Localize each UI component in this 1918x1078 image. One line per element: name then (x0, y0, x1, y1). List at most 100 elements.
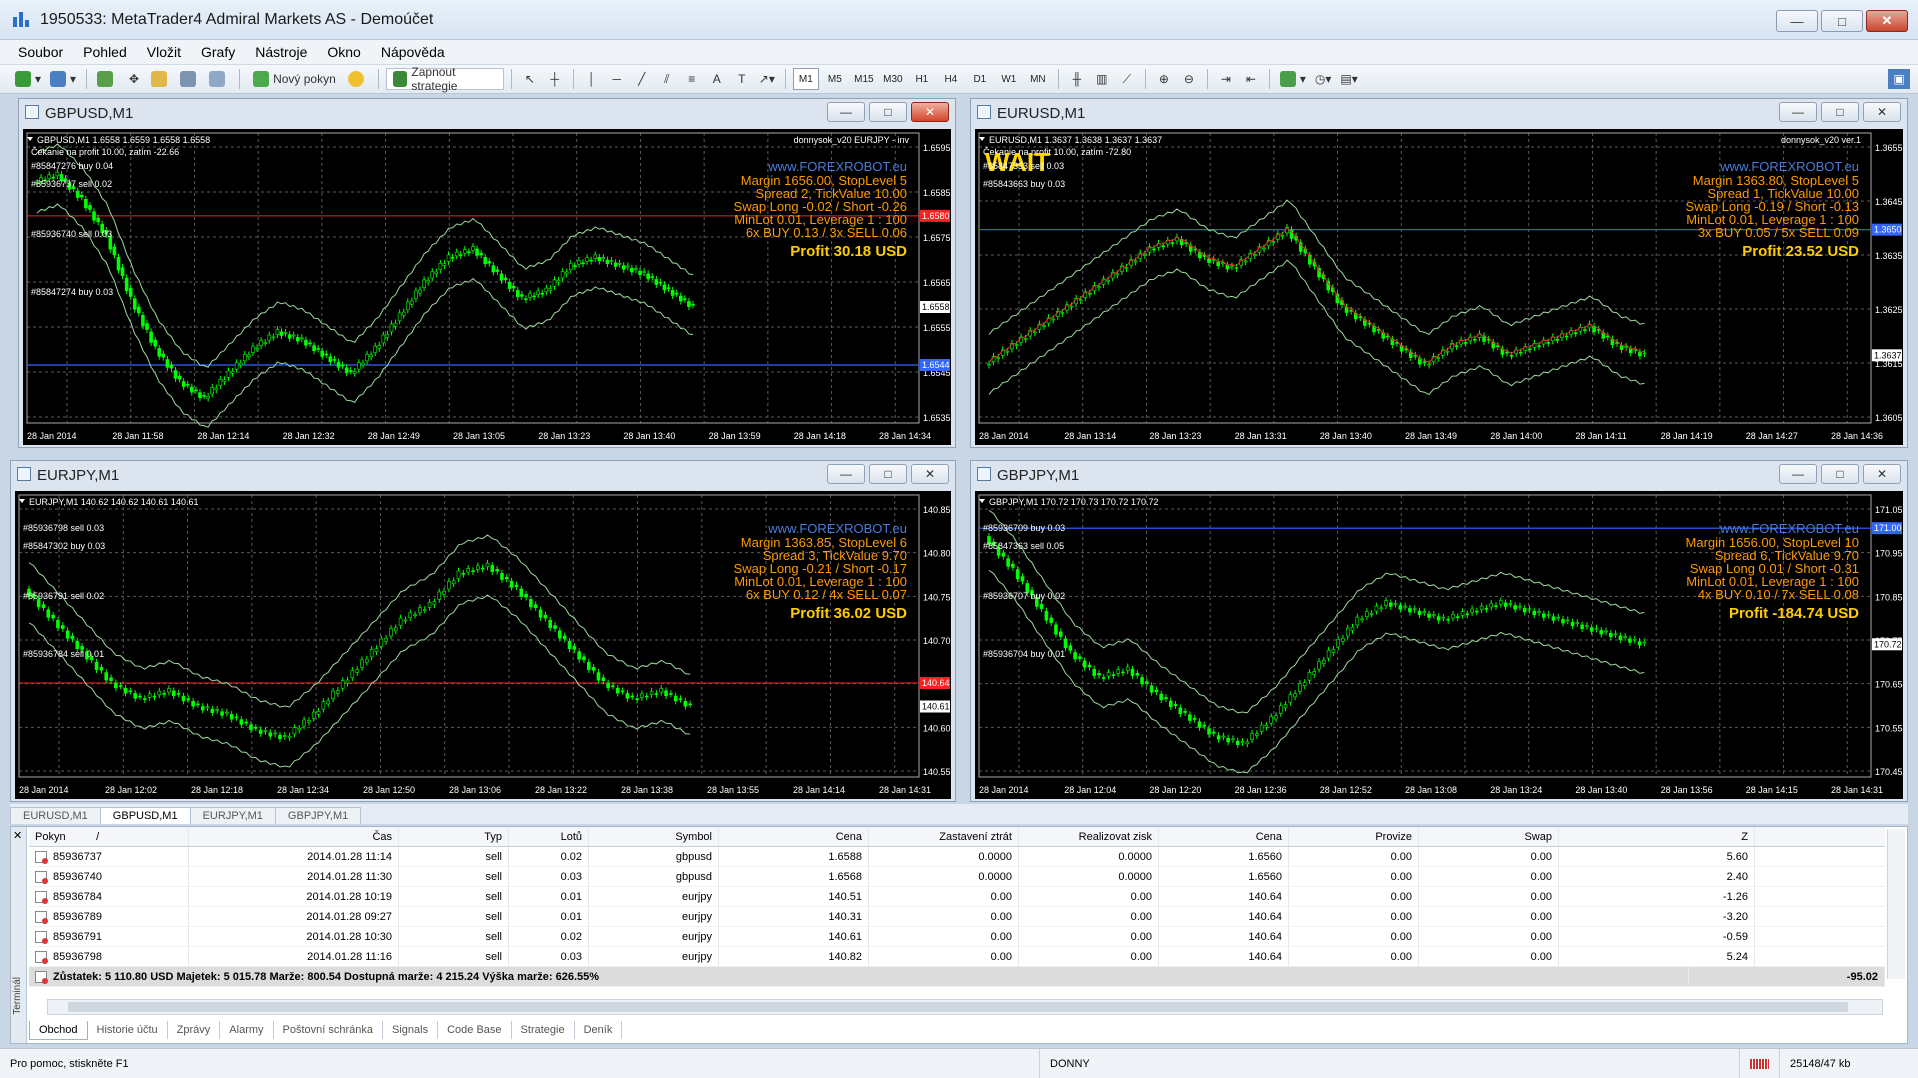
column-header-stop-loss[interactable]: Zastavení ztrát (869, 827, 1019, 846)
table-row[interactable]: 85936737 2014.01.28 11:14 sell 0.02 gbpusd 1.… (29, 847, 1885, 867)
navigator-icon[interactable] (148, 68, 174, 90)
chart-window-gbpjpy[interactable]: GBPJPY,M1 —□✕ 171.05170.95170.85170.7517… (970, 460, 1908, 802)
arrows-icon[interactable]: ↗▾ (756, 68, 778, 90)
chart-maximize-button[interactable]: □ (1821, 464, 1859, 484)
terminal-tab-6[interactable]: Code Base (438, 1021, 512, 1039)
chart-maximize-button[interactable]: □ (869, 464, 907, 484)
terminal-vertical-scrollbar[interactable] (1887, 829, 1905, 979)
close-button[interactable]: ✕ (1866, 10, 1908, 32)
chart-shift-icon[interactable]: ⇤ (1240, 68, 1262, 90)
chart-window-titlebar[interactable]: GBPUSD,M1 — □ ✕ (19, 99, 955, 127)
table-row[interactable]: 85936784 2014.01.28 10:19 sell 0.01 eurjpy 14… (29, 887, 1885, 907)
terminal-tab-5[interactable]: Signals (383, 1021, 439, 1039)
timeframe-m15[interactable]: M15 (851, 68, 877, 90)
chart-minimize-button[interactable]: — (827, 464, 865, 484)
zoom-in-icon[interactable]: ⊕ (1153, 68, 1175, 90)
timeframe-m1[interactable]: M1 (792, 68, 819, 90)
new-order-button[interactable]: Nový pokyn (247, 68, 342, 90)
chart-close-button[interactable]: ✕ (911, 102, 949, 122)
column-header-swap[interactable]: Swap (1419, 827, 1559, 846)
terminal-tab-3[interactable]: Alarmy (220, 1021, 274, 1039)
scrollbar-thumb[interactable] (68, 1002, 1848, 1012)
fibonacci-icon[interactable]: ≡ (681, 68, 703, 90)
balance-summary-row[interactable]: Zůstatek: 5 110.80 USD Majetek: 5 015.78… (29, 967, 1885, 987)
column-header-price[interactable]: Cena (719, 827, 869, 846)
maximize-button[interactable]: □ (1821, 10, 1863, 32)
text-label-icon[interactable]: T (731, 68, 753, 90)
metaeditor-icon[interactable] (345, 68, 371, 90)
menu-view[interactable]: Pohled (73, 44, 137, 60)
chart-minimize-button[interactable]: — (827, 102, 865, 122)
menu-window[interactable]: Okno (317, 44, 370, 60)
table-row[interactable]: 85936740 2014.01.28 11:30 sell 0.03 gbpusd 1.… (29, 867, 1885, 887)
terminal-tab-1[interactable]: Historie účtu (88, 1021, 168, 1039)
chart-tab-gbpusd[interactable]: GBPUSD,M1 (99, 807, 191, 824)
chart-canvas[interactable]: 171.05170.95170.85170.75170.65170.55170.… (975, 491, 1903, 799)
new-chart-icon[interactable]: ▾ (12, 68, 44, 90)
menu-file[interactable]: Soubor (8, 44, 73, 60)
chart-maximize-button[interactable]: □ (1821, 102, 1859, 122)
chart-minimize-button[interactable]: — (1779, 464, 1817, 484)
table-row[interactable]: 85936789 2014.01.28 09:27 sell 0.01 eurjpy 14… (29, 907, 1885, 927)
text-icon[interactable]: A (706, 68, 728, 90)
cursor-icon[interactable]: ↖ (519, 68, 541, 90)
chart-close-button[interactable]: ✕ (911, 464, 949, 484)
menu-help[interactable]: Nápověda (371, 44, 455, 60)
chart-canvas[interactable]: 1.65951.65851.65751.65651.65551.65451.65… (23, 129, 951, 445)
profiles-icon[interactable]: ▾ (47, 68, 79, 90)
timeframe-h1[interactable]: H1 (909, 68, 935, 90)
column-header-current-price[interactable]: Cena (1159, 827, 1289, 846)
chart-minimize-button[interactable]: — (1779, 102, 1817, 122)
chart-header-dropdown-icon[interactable] (979, 499, 985, 503)
minimize-button[interactable]: — (1776, 10, 1818, 32)
templates-icon[interactable]: ▤▾ (1337, 68, 1360, 90)
column-header-type[interactable]: Typ (399, 827, 509, 846)
column-header-commission[interactable]: Provize (1289, 827, 1419, 846)
chart-header-dropdown-icon[interactable] (979, 137, 985, 141)
periods-icon[interactable]: ◷▾ (1312, 68, 1335, 90)
chart-tab-eurusd[interactable]: EURUSD,M1 (10, 807, 101, 824)
layout-icon[interactable]: ▣ (1888, 69, 1910, 89)
market-watch-icon[interactable] (94, 68, 120, 90)
terminal-tab-2[interactable]: Zprávy (168, 1021, 221, 1039)
chart-close-button[interactable]: ✕ (1863, 464, 1901, 484)
enable-strategies-button[interactable]: Zapnout strategie (385, 65, 504, 93)
chart-canvas[interactable]: 1.36551.36451.36351.36251.36151.36051.36… (975, 129, 1903, 445)
timeframe-d1[interactable]: D1 (967, 68, 993, 90)
trendline-icon[interactable]: ╱ (631, 68, 653, 90)
candlestick-icon[interactable]: ▥ (1091, 68, 1113, 90)
autoscroll-icon[interactable]: ⇥ (1215, 68, 1237, 90)
timeframe-h4[interactable]: H4 (938, 68, 964, 90)
bar-chart-icon[interactable]: ╫ (1066, 68, 1088, 90)
column-header-profit[interactable]: Z (1559, 827, 1755, 846)
column-header-take-profit[interactable]: Realizovat zisk (1019, 827, 1159, 846)
data-window-icon[interactable]: ✥ (123, 68, 145, 90)
timeframe-mn[interactable]: MN (1025, 68, 1051, 90)
terminal-tab-7[interactable]: Strategie (512, 1021, 575, 1039)
chart-window-eurusd[interactable]: EURUSD,M1 — □ ✕ 1.3655 1.3645 1.3635 1.3625 1.… (970, 98, 1908, 448)
terminal-horizontal-scrollbar[interactable] (47, 999, 1883, 1015)
menu-charts[interactable]: Grafy (191, 44, 245, 60)
column-header-time[interactable]: Čas (189, 827, 399, 846)
terminal-tab-8[interactable]: Deník (575, 1021, 623, 1039)
line-chart-icon[interactable]: ⟋ (1116, 68, 1138, 90)
terminal-tab-0[interactable]: Obchod (29, 1020, 88, 1040)
crosshair-icon[interactable]: ┼ (544, 68, 566, 90)
tester-icon[interactable] (206, 68, 232, 90)
equidistant-channel-icon[interactable]: ⫽ (656, 68, 678, 90)
horizontal-line-icon[interactable]: ─ (606, 68, 628, 90)
table-row[interactable]: 85936791 2014.01.28 10:30 sell 0.02 eurjpy 14… (29, 927, 1885, 947)
terminal-tab-4[interactable]: Poštovní schránka (274, 1021, 384, 1039)
chart-window-gbpusd[interactable]: GBPUSD,M1 — □ ✕ 1.6595 1.6585 1.6575 1.6565 1.… (18, 98, 956, 448)
column-header-order[interactable]: Pokyn / (29, 827, 189, 846)
timeframe-m5[interactable]: M5 (822, 68, 848, 90)
indicators-icon[interactable]: ▾ (1277, 68, 1309, 90)
table-row[interactable]: 85936798 2014.01.28 11:16 sell 0.03 eurjpy 14… (29, 947, 1885, 967)
timeframe-m30[interactable]: M30 (880, 68, 906, 90)
column-header-symbol[interactable]: Symbol (589, 827, 719, 846)
terminal-icon[interactable] (177, 68, 203, 90)
chart-window-titlebar[interactable]: GBPJPY,M1 — □ ✕ (971, 461, 1907, 489)
timeframe-w1[interactable]: W1 (996, 68, 1022, 90)
chart-close-button[interactable]: ✕ (1863, 102, 1901, 122)
chart-header-dropdown-icon[interactable] (19, 499, 25, 503)
